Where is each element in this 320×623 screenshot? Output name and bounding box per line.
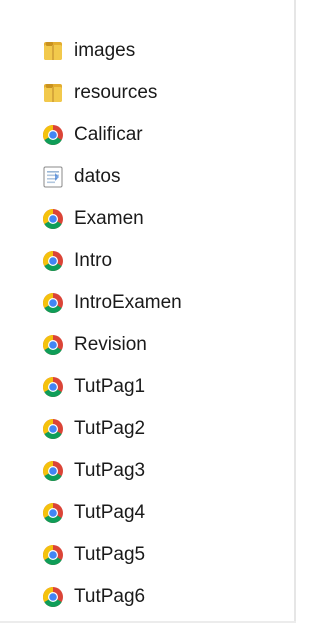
chrome-html-icon [40,122,66,148]
chrome-html-icon [40,542,66,568]
chrome-html-icon [40,248,66,274]
list-item-tutpag5[interactable]: TutPag5 [40,534,280,576]
list-item-revision[interactable]: Revision [40,324,280,366]
file-name: datos [74,166,121,187]
file-name: resources [74,82,158,103]
file-name: IntroExamen [74,292,182,313]
chrome-html-icon [40,458,66,484]
list-item-images[interactable]: images [40,30,280,72]
folder-icon [40,80,66,106]
pane-right-border [294,0,296,623]
list-item-calificar[interactable]: Calificar [40,114,280,156]
file-name: Examen [74,208,144,229]
list-item-tutpag3[interactable]: TutPag3 [40,450,280,492]
chrome-html-icon [40,290,66,316]
chrome-html-icon [40,374,66,400]
file-name: TutPag2 [74,418,146,439]
file-name: Calificar [74,124,143,145]
chrome-html-icon [40,332,66,358]
file-name: Revision [74,334,147,355]
chrome-html-icon [40,206,66,232]
chrome-html-icon [40,584,66,610]
list-item-datos[interactable]: datos [40,156,280,198]
list-item-introexamen[interactable]: IntroExamen [40,282,280,324]
chrome-html-icon [40,500,66,526]
file-name: Intro [74,250,113,271]
file-name: TutPag4 [74,502,146,523]
list-item-tutpag4[interactable]: TutPag4 [40,492,280,534]
list-item-resources[interactable]: resources [40,72,280,114]
file-name: TutPag3 [74,460,146,481]
chrome-html-icon [40,416,66,442]
file-name: TutPag1 [74,376,146,397]
list-item-tutpag1[interactable]: TutPag1 [40,366,280,408]
folder-icon [40,38,66,64]
file-list-pane: images resources Calificar datos Examen … [0,0,296,623]
list-item-examen[interactable]: Examen [40,198,280,240]
file-name: TutPag5 [74,544,146,565]
list-item-intro[interactable]: Intro [40,240,280,282]
file-name: TutPag6 [74,586,146,607]
file-list: images resources Calificar datos Examen … [40,30,280,618]
file-name: images [74,40,136,61]
list-item-tutpag6[interactable]: TutPag6 [40,576,280,618]
list-item-tutpag2[interactable]: TutPag2 [40,408,280,450]
text-document-icon [40,164,66,190]
